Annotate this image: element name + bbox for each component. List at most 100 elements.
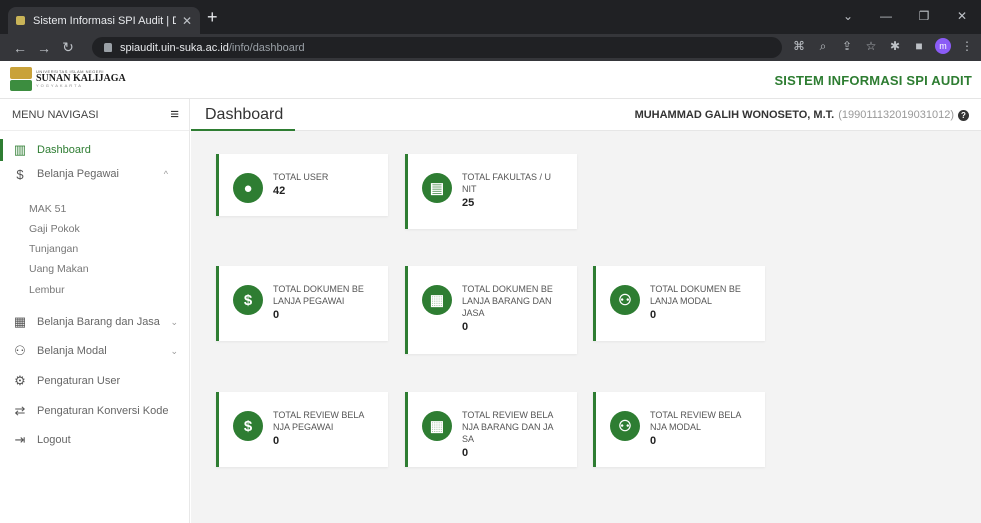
card-label: TOTAL USER [273,172,329,182]
card-dokumen-pegawai: $ TOTAL DOKUMEN BELANJA PEGAWAI 0 [216,266,388,341]
window-controls: ⌄ — ❐ ✕ [829,4,981,28]
university-logo[interactable]: UNIVERSITAS ISLAM NEGERI SUNAN KALIJAGA … [10,67,126,91]
browser-toolbar: ← → ↻ spiaudit.uin-suka.ac.id /info/dash… [0,34,981,61]
calendar-icon: ▦ [13,314,27,329]
sidebar-item-dashboard[interactable]: ▥ Dashboard [0,139,190,161]
chevron-down-icon: ⌄ [170,345,178,356]
url-host: spiaudit.uin-suka.ac.id [120,41,229,54]
sidebar-item-label: Pengaturan Konversi Kode [37,405,169,417]
sidepanel-icon[interactable]: ■ [911,39,927,53]
minimize-icon[interactable]: — [867,4,905,28]
card-total-user: ● TOTAL USER 42 [216,154,388,216]
sidebar-subitem-uang-makan[interactable]: Uang Makan [29,263,89,275]
card-value: 0 [650,435,657,447]
favicon-icon [16,16,25,25]
user-id: (199011132019031012) [838,109,954,121]
card-value: 0 [273,309,280,321]
sidebar-subitem-gaji-pokok[interactable]: Gaji Pokok [29,223,80,235]
tab-search-icon[interactable]: ⌄ [829,4,867,28]
app-header: UNIVERSITAS ISLAM NEGERI SUNAN KALIJAGA … [0,61,981,99]
sidebar-item-belanja-barang[interactable]: ▦ Belanja Barang dan Jasa ⌄ [0,311,190,333]
forward-icon[interactable]: → [32,40,56,56]
sidebar-item-logout[interactable]: ⇥ Logout [0,429,190,451]
extensions-icon[interactable]: ✱ [887,39,903,53]
card-value: 42 [273,185,286,197]
tab-title: Sistem Informasi SPI Audit | Dash [33,14,176,27]
user-settings-icon: ⚙ [14,373,26,388]
title-underline [191,129,295,131]
toolbar-icons: ⌘ ⌕ ⇪ ☆ ✱ ■ m ⋮ [791,38,975,54]
zoom-icon[interactable]: ⌕ [815,39,831,54]
card-dokumen-modal: ⚇ TOTAL DOKUMEN BELANJA MODAL 0 [593,266,765,341]
sidebar-item-belanja-modal[interactable]: ⚇ Belanja Modal ⌄ [0,340,190,362]
new-tab-button[interactable]: + [207,7,218,27]
card-review-barang: ▦ TOTAL REVIEW BELANJA BARANG DAN JASA 0 [405,392,577,467]
card-value: 0 [462,321,469,333]
card-review-modal: ⚇ TOTAL REVIEW BELANJA MODAL 0 [593,392,765,467]
share-icon[interactable]: ⇪ [839,39,855,53]
building-icon: ▤ [422,173,452,203]
url-path: /info/dashboard [228,41,305,54]
content-header: Dashboard MUHAMMAD GALIH WONOSETO, M.T. … [191,99,981,131]
card-label: TOTAL FAKULTAS / UNIT [462,172,552,194]
dollar-icon: $ [233,411,263,441]
card-label: TOTAL REVIEW BELANJA MODAL [650,410,742,432]
lock-icon [104,43,112,52]
sidebar-item-label: Belanja Pegawai [37,168,119,180]
close-window-icon[interactable]: ✕ [943,4,981,28]
sidebar-item-label: Pengaturan User [37,375,121,387]
exchange-icon: ⇄ [14,403,26,418]
chevron-up-icon: ^ [163,169,168,179]
reload-icon[interactable]: ↻ [56,39,80,56]
bar-chart-icon: ▥ [13,142,27,157]
card-value: 0 [650,309,657,321]
calendar-icon: ▦ [422,411,452,441]
card-dokumen-barang: ▦ TOTAL DOKUMEN BELANJA BARANG DAN JASA … [405,266,577,354]
card-total-fakultas: ▤ TOTAL FAKULTAS / UNIT 25 [405,154,577,229]
hamburger-menu-icon[interactable]: ≡ [170,106,179,123]
sidebar-subitem-lembur[interactable]: Lembur [29,284,65,296]
card-value: 0 [273,435,280,447]
logo-city: YOGYAKARTA [36,83,83,88]
card-label: TOTAL DOKUMEN BELANJA MODAL [650,284,741,306]
user-icon: ● [233,173,263,203]
people-icon: ⚇ [14,343,26,358]
people-icon: ⚇ [610,411,640,441]
sign-out-icon: ⇥ [14,432,26,447]
card-value: 25 [462,197,475,209]
main-content: Dashboard MUHAMMAD GALIH WONOSETO, M.T. … [191,99,981,523]
bookmark-star-icon[interactable]: ☆ [863,39,879,53]
back-icon[interactable]: ← [8,40,32,56]
card-label: TOTAL DOKUMEN BELANJA BARANG DAN JASA [462,284,553,318]
help-icon[interactable]: ? [958,109,969,121]
dollar-icon: $ [16,166,24,182]
app-title: SISTEM INFORMASI SPI AUDIT [774,73,972,88]
people-icon: ⚇ [610,285,640,315]
sidebar-item-pengaturan-konversi[interactable]: ⇄ Pengaturan Konversi Kode [0,400,190,422]
calendar-icon: ▦ [422,285,452,315]
sidebar-item-label: Belanja Modal [37,345,107,357]
sidebar-item-pengaturan-user[interactable]: ⚙ Pengaturan User [0,370,190,392]
sidebar-item-label: Belanja Barang dan Jasa [37,316,160,328]
sidebar: MENU NAVIGASI ≡ ▥ Dashboard $ Belanja Pe… [0,99,190,523]
sidebar-item-label: Dashboard [37,144,91,156]
sidebar-item-belanja-pegawai[interactable]: $ Belanja Pegawai ^ [0,163,190,185]
address-bar[interactable]: spiaudit.uin-suka.ac.id /info/dashboard [92,37,782,58]
sidebar-header: MENU NAVIGASI ≡ [0,99,189,131]
translate-icon[interactable]: ⌘ [791,39,807,53]
restore-icon[interactable]: ❐ [905,4,943,28]
sidebar-subitem-tunjangan[interactable]: Tunjangan [29,243,78,255]
card-label: TOTAL REVIEW BELANJA BARANG DAN JASA [462,410,554,444]
dollar-icon: $ [233,285,263,315]
logo-mark-icon [10,67,32,91]
browser-tab[interactable]: Sistem Informasi SPI Audit | Dash ✕ [8,7,200,34]
sidebar-subitem-mak51[interactable]: MAK 51 [29,203,66,215]
browser-menu-icon[interactable]: ⋮ [959,39,975,53]
user-info: MUHAMMAD GALIH WONOSETO, M.T. (199011132… [635,109,969,121]
profile-avatar[interactable]: m [935,38,951,54]
close-tab-icon[interactable]: ✕ [182,14,192,28]
card-review-pegawai: $ TOTAL REVIEW BELANJA PEGAWAI 0 [216,392,388,467]
sidebar-title: MENU NAVIGASI [12,108,99,121]
user-name: MUHAMMAD GALIH WONOSETO, M.T. [634,109,835,121]
sidebar-item-label: Logout [37,434,71,446]
